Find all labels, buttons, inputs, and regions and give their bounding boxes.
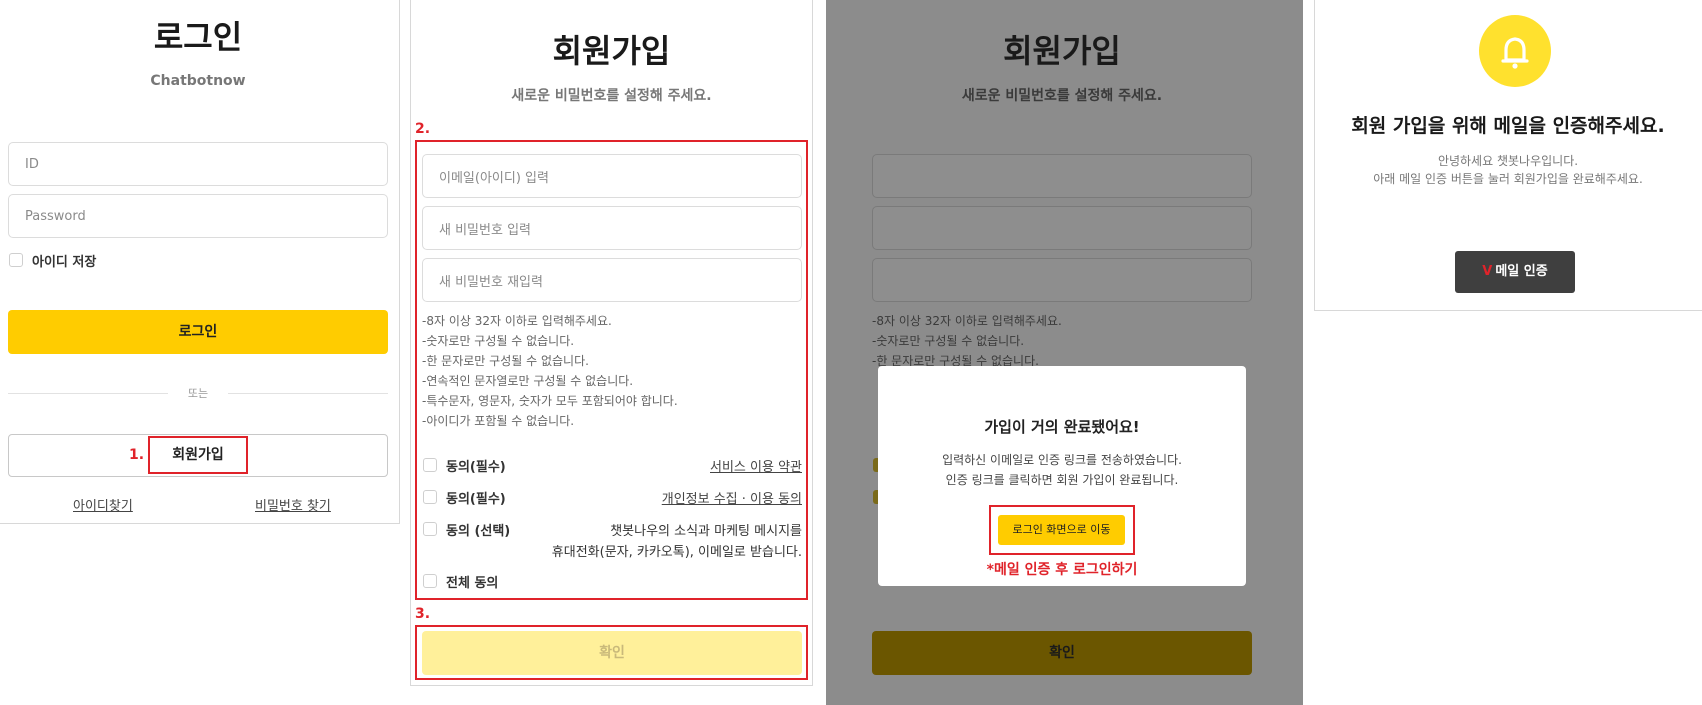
email-verify-message: 안녕하세요 챗봇나우입니다. <box>1437 154 1579 168</box>
marketing-description: 휴대전화(문자, 카카오톡), 이메일로 받습니다. <box>551 545 802 560</box>
password-rule: -숫자로만 구성될 수 없습니다. <box>422 334 575 348</box>
verify-check-mark: V <box>1482 264 1493 279</box>
confirm-password-input[interactable]: 새 비밀번호 재입력 <box>422 258 802 302</box>
login-subtitle: Chatbotnow <box>150 73 246 89</box>
id-placeholder: ID <box>25 156 39 172</box>
modal-screen-title: 회원가입 <box>1003 32 1121 70</box>
agree-privacy-checkbox[interactable] <box>423 490 437 504</box>
bell-icon-circle <box>1479 15 1551 87</box>
email-verify-message: 아래 메일 인증 버튼을 눌러 회원가입을 완료해주세요. <box>1373 172 1643 186</box>
password-rule: -아이디가 포함될 수 없습니다. <box>422 414 575 428</box>
id-input[interactable]: ID <box>8 142 388 186</box>
agree-terms-checkbox[interactable] <box>423 458 437 472</box>
go-to-login-button[interactable]: 로그인 화면으로 이동 <box>998 515 1125 545</box>
password-placeholder: Password <box>25 208 86 224</box>
dimmed-rule: -8자 이상 32자 이하로 입력해주세요. <box>872 314 1062 328</box>
marketing-description: 챗봇나우의 소식과 마케팅 메시지를 <box>610 524 802 539</box>
email-verify-title: 회원 가입을 위해 메일을 인증해주세요. <box>1351 115 1665 137</box>
agree-privacy-label: 동의(필수) <box>446 492 506 507</box>
step1-label: 1. <box>129 447 145 463</box>
agree-terms-label: 동의(필수) <box>446 460 506 475</box>
verify-email-button[interactable]: V 메일 인증 <box>1455 251 1575 293</box>
password-rule: -연속적인 문자열로만 구성될 수 없습니다. <box>422 374 634 388</box>
email-input[interactable]: 이메일(아이디) 입력 <box>422 154 802 198</box>
dimmed-confirm-input <box>872 258 1252 302</box>
dimmed-confirm-button: 확인 <box>872 631 1252 675</box>
divider-left <box>8 393 168 394</box>
go-to-login-label: 로그인 화면으로 이동 <box>1012 523 1111 536</box>
agree-marketing-label: 동의 (선택) <box>446 524 511 539</box>
modal-message: 입력하신 이메일로 인증 링크를 전송하였습니다. <box>942 453 1182 467</box>
find-id-link[interactable]: 아이디찾기 <box>73 495 133 514</box>
confirm-password-placeholder: 새 비밀번호 재입력 <box>439 274 543 290</box>
password-rule: -한 문자로만 구성될 수 없습니다. <box>422 354 589 368</box>
login-title: 로그인 <box>153 18 243 56</box>
modal-screen-subtitle: 새로운 비밀번호를 설정해 주세요. <box>961 88 1163 104</box>
divider-right <box>228 393 388 394</box>
new-password-placeholder: 새 비밀번호 입력 <box>439 222 531 238</box>
email-placeholder: 이메일(아이디) 입력 <box>439 170 549 186</box>
find-password-link[interactable]: 비밀번호 찾기 <box>255 495 331 514</box>
dimmed-confirm-label: 확인 <box>1049 645 1075 661</box>
remember-id-checkbox[interactable] <box>9 253 23 267</box>
agree-all-label: 전체 동의 <box>446 576 499 591</box>
dimmed-email-input <box>872 154 1252 198</box>
remember-id-label: 아이디 저장 <box>32 255 97 270</box>
privacy-consent-link[interactable]: 개인정보 수집 · 이용 동의 <box>600 488 802 507</box>
new-password-input[interactable]: 새 비밀번호 입력 <box>422 206 802 250</box>
agree-marketing-checkbox[interactable] <box>423 522 437 536</box>
step1-highlight <box>148 436 248 474</box>
dimmed-password-input <box>872 206 1252 250</box>
terms-of-service-link[interactable]: 서비스 이용 약관 <box>600 456 802 475</box>
signup-title: 회원가입 <box>552 32 671 70</box>
password-rule: -특수문자, 영문자, 숫자가 모두 포함되어야 합니다. <box>422 394 678 408</box>
modal-title: 가입이 거의 완료됐어요! <box>984 418 1140 436</box>
step3-label: 3. <box>415 606 431 622</box>
bell-icon <box>1501 37 1529 69</box>
agree-all-checkbox[interactable] <box>423 574 437 588</box>
signup-confirm-button[interactable]: 확인 <box>422 631 802 675</box>
dimmed-rule: -숫자로만 구성될 수 없습니다. <box>872 334 1025 348</box>
signup-subtitle: 새로운 비밀번호를 설정해 주세요. <box>511 88 712 104</box>
modal-message: 인증 링크를 클릭하면 회원 가입이 완료됩니다. <box>945 473 1179 487</box>
login-button-label: 로그인 <box>178 324 218 340</box>
modal-note: *메일 인증 후 로그인하기 <box>986 562 1138 578</box>
login-button[interactable]: 로그인 <box>8 310 388 354</box>
password-input[interactable]: Password <box>8 194 388 238</box>
step2-label: 2. <box>415 121 431 137</box>
password-rule: -8자 이상 32자 이하로 입력해주세요. <box>422 314 612 328</box>
signup-confirm-label: 확인 <box>599 645 625 661</box>
verify-email-label: 메일 인증 <box>1495 264 1548 279</box>
or-label: 또는 <box>187 387 209 400</box>
